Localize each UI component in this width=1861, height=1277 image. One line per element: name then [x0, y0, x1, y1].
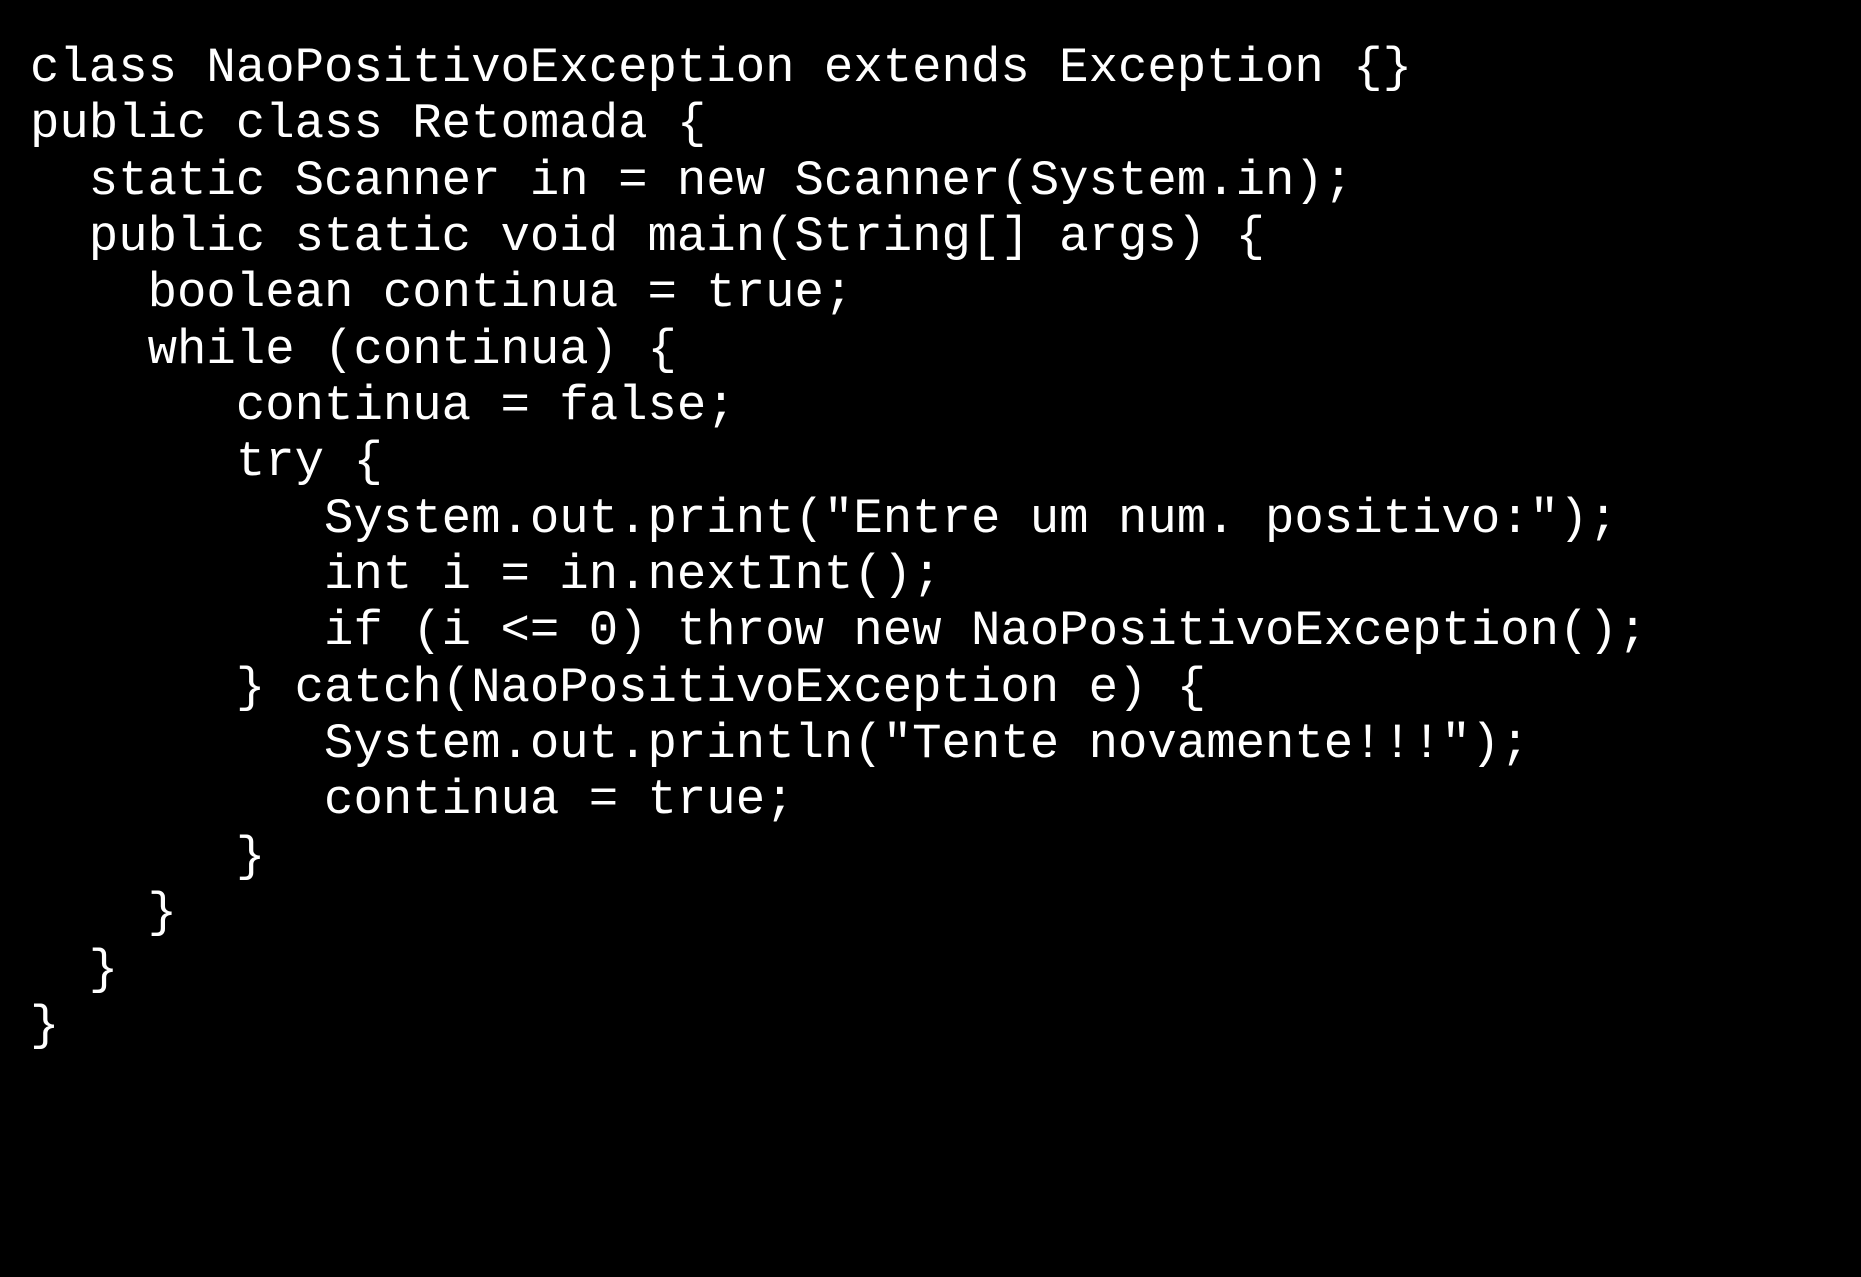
code-line: boolean continua = true; [30, 265, 853, 321]
code-line: static Scanner in = new Scanner(System.i… [30, 153, 1353, 209]
code-line: continua = true; [30, 772, 795, 828]
code-line: System.out.println("Tente novamente!!!")… [30, 716, 1530, 772]
code-line: } [30, 998, 59, 1054]
code-line: System.out.print("Entre um num. positivo… [30, 491, 1618, 547]
code-line: public static void main(String[] args) { [30, 209, 1265, 265]
code-line: int i = in.nextInt(); [30, 547, 942, 603]
code-line: while (continua) { [30, 322, 677, 378]
code-line: if (i <= 0) throw new NaoPositivoExcepti… [30, 603, 1647, 659]
code-line: } [30, 829, 265, 885]
code-line: class NaoPositivoException extends Excep… [30, 40, 1412, 96]
code-line: } [30, 942, 118, 998]
code-line: } [30, 885, 177, 941]
code-block: class NaoPositivoException extends Excep… [0, 0, 1861, 1094]
code-line: public class Retomada { [30, 96, 706, 152]
code-line: continua = false; [30, 378, 736, 434]
code-line: } catch(NaoPositivoException e) { [30, 660, 1206, 716]
code-line: try { [30, 434, 383, 490]
